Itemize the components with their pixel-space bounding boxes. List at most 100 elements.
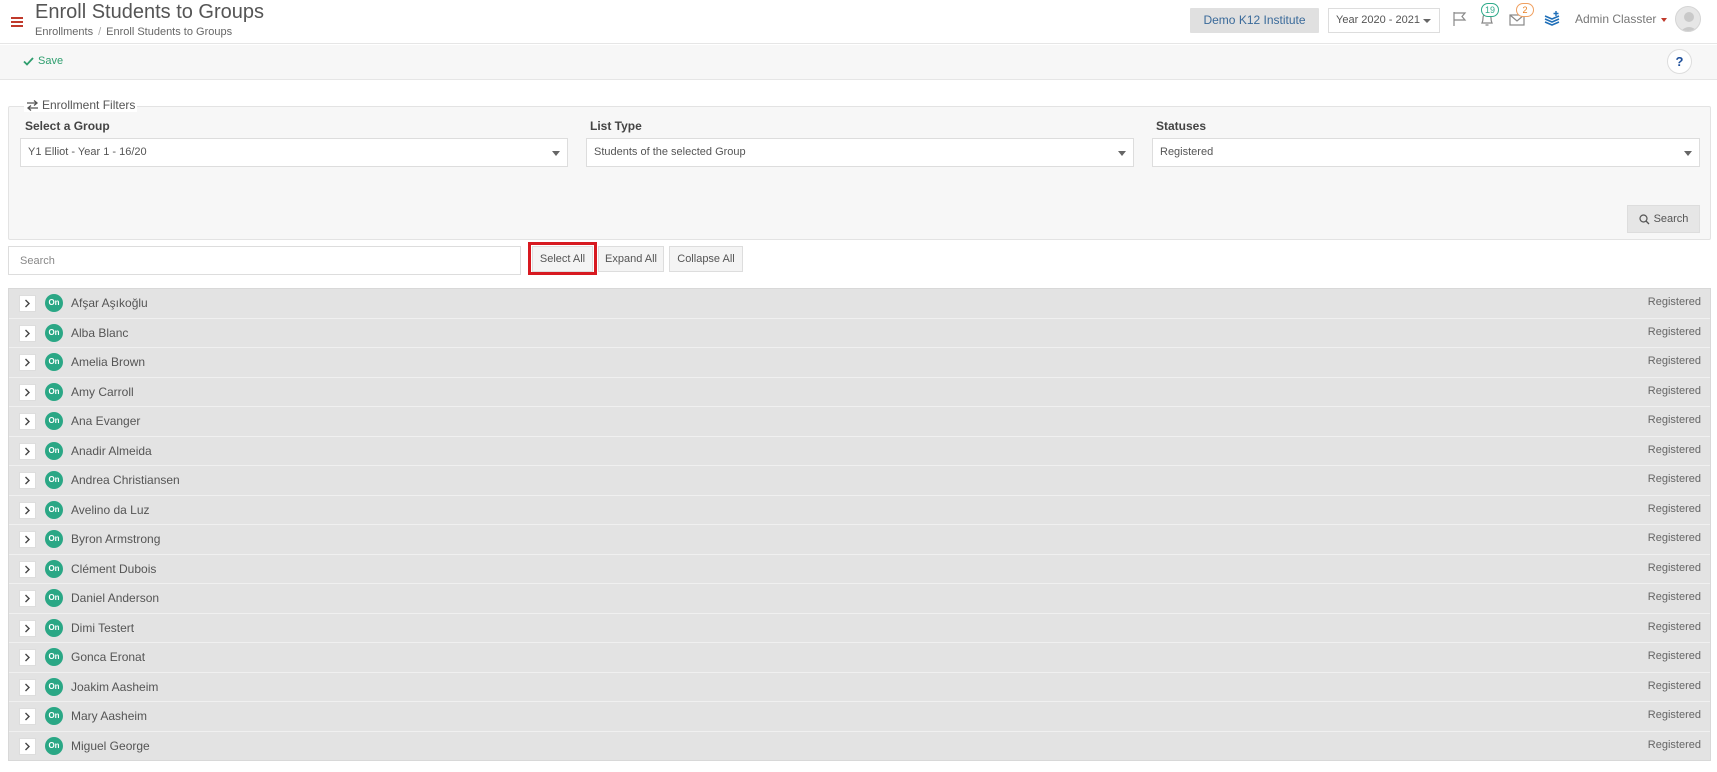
expand-toggle[interactable] <box>19 324 36 342</box>
expand-toggle[interactable] <box>19 737 36 755</box>
expand-toggle[interactable] <box>19 708 36 725</box>
chevron-right-icon <box>25 417 30 426</box>
student-name: Ana Evanger <box>71 414 141 428</box>
filter-search-button[interactable]: Search <box>1627 205 1700 233</box>
year-select[interactable]: Year 2020 - 2021 <box>1328 8 1440 33</box>
expand-toggle[interactable] <box>19 678 36 696</box>
student-row[interactable]: On Dimi Testert Registered <box>9 614 1710 643</box>
student-row[interactable]: On Ana Evanger Registered <box>9 407 1710 437</box>
expand-toggle[interactable] <box>19 649 36 666</box>
expand-toggle[interactable] <box>19 501 36 519</box>
breadcrumb: Enrollments / Enroll Students to Groups <box>35 26 233 38</box>
user-name[interactable]: Admin Classter <box>1575 12 1656 26</box>
statuses-select[interactable]: Registered <box>1152 138 1700 167</box>
student-name: Amy Carroll <box>71 384 134 399</box>
avatar[interactable] <box>1675 6 1701 32</box>
breadcrumb-current: Enroll Students to Groups <box>106 26 233 38</box>
on-badge: On <box>45 677 63 696</box>
help-button[interactable]: ? <box>1667 49 1692 74</box>
student-row[interactable]: On Mary Aasheim Registered <box>9 702 1710 732</box>
student-row[interactable]: On Alba Blanc Registered <box>9 319 1710 348</box>
student-row[interactable]: On Joakim Aasheim Registered <box>9 673 1710 702</box>
list-type-label: List Type <box>590 119 642 133</box>
chevron-down-icon <box>1118 151 1126 156</box>
expand-toggle[interactable] <box>19 413 36 430</box>
expand-toggle[interactable] <box>19 590 36 607</box>
student-name: Andrea Christiansen <box>71 473 180 487</box>
student-status: Registered <box>1647 296 1701 308</box>
student-status: Registered <box>1647 561 1701 574</box>
expand-toggle[interactable] <box>19 295 36 312</box>
student-row[interactable]: On Amelia Brown Registered <box>9 348 1710 378</box>
layers-icon[interactable] <box>1543 10 1561 28</box>
student-status: Registered <box>1647 532 1701 544</box>
on-badge: On <box>45 648 63 666</box>
chevron-down-icon <box>1423 19 1431 23</box>
on-badge: On <box>45 471 63 489</box>
filters-legend: Enrollment Filters <box>24 98 138 112</box>
student-status: Registered <box>1647 502 1701 515</box>
student-name: Byron Armstrong <box>71 532 161 546</box>
chevron-right-icon <box>25 506 30 514</box>
filters-legend-text: Enrollment Filters <box>42 98 136 112</box>
expand-toggle[interactable] <box>19 442 36 460</box>
institute-button[interactable]: Demo K12 Institute <box>1190 8 1319 33</box>
enrollment-filters-panel <box>8 106 1711 240</box>
student-row[interactable]: On Gonca Eronat Registered <box>9 643 1710 673</box>
student-row[interactable]: On Amy Carroll Registered <box>9 378 1710 407</box>
student-row[interactable]: On Byron Armstrong Registered <box>9 525 1710 555</box>
student-status: Registered <box>1647 650 1701 662</box>
breadcrumb-enrollments[interactable]: Enrollments <box>35 26 93 38</box>
student-row[interactable]: On Daniel Anderson Registered <box>9 584 1710 614</box>
student-status: Registered <box>1647 473 1701 485</box>
student-row[interactable]: On Afşar Aşıkoğlu Registered <box>9 289 1710 319</box>
notifications-badge: 19 <box>1481 3 1500 17</box>
student-row[interactable]: On Avelino da Luz Registered <box>9 496 1710 525</box>
student-name: Gonca Eronat <box>71 650 146 664</box>
group-select-value: Y1 Elliot - Year 1 - 16/20 <box>28 146 147 158</box>
student-search-input[interactable] <box>8 246 521 275</box>
student-status: Registered <box>1647 679 1701 692</box>
statuses-label: Statuses <box>1156 119 1207 133</box>
search-icon <box>1638 213 1650 224</box>
expand-toggle[interactable] <box>19 354 36 371</box>
expand-toggle[interactable] <box>19 531 36 548</box>
student-name: Joakim Aasheim <box>71 679 159 694</box>
on-badge: On <box>45 294 63 312</box>
chevron-right-icon <box>25 447 30 455</box>
list-type-select[interactable]: Students of the selected Group <box>586 138 1134 167</box>
student-row[interactable]: On Andrea Christiansen Registered <box>9 466 1710 496</box>
student-list: On Afşar Aşıkoğlu Registered On Alba Bla… <box>8 288 1711 761</box>
expand-toggle[interactable] <box>19 619 36 637</box>
expand-toggle[interactable] <box>19 472 36 489</box>
student-row[interactable]: On Anadir Almeida Registered <box>9 437 1710 466</box>
chevron-down-icon[interactable] <box>1661 18 1667 22</box>
on-badge: On <box>45 559 63 578</box>
chevron-down-icon <box>552 151 560 156</box>
save-button[interactable]: Save <box>23 55 63 67</box>
student-row[interactable]: On Miguel George Registered <box>9 732 1710 762</box>
collapse-all-button[interactable]: Collapse All <box>669 246 743 272</box>
chevron-right-icon <box>25 329 30 337</box>
action-toolbar: Save <box>0 45 1717 80</box>
on-badge: On <box>45 323 63 342</box>
student-name: Alba Blanc <box>71 325 129 340</box>
student-name: Daniel Anderson <box>71 591 160 605</box>
chevron-right-icon <box>25 358 30 367</box>
flag-icon[interactable] <box>1451 10 1469 28</box>
expand-all-button[interactable]: Expand All <box>598 246 664 272</box>
chevron-right-icon <box>25 712 30 721</box>
select-all-highlight <box>528 242 597 275</box>
expand-toggle[interactable] <box>19 560 36 578</box>
student-row[interactable]: On Clément Dubois Registered <box>9 555 1710 584</box>
list-type-select-value: Students of the selected Group <box>594 146 746 158</box>
messages-badge: 2 <box>1516 3 1534 17</box>
expand-toggle[interactable] <box>19 383 36 401</box>
student-status: Registered <box>1647 620 1701 633</box>
chevron-right-icon <box>25 653 30 662</box>
group-label: Select a Group <box>25 119 110 133</box>
menu-icon[interactable] <box>11 17 23 27</box>
on-badge: On <box>45 500 63 519</box>
save-label: Save <box>38 55 64 67</box>
group-select[interactable]: Y1 Elliot - Year 1 - 16/20 <box>20 138 568 167</box>
